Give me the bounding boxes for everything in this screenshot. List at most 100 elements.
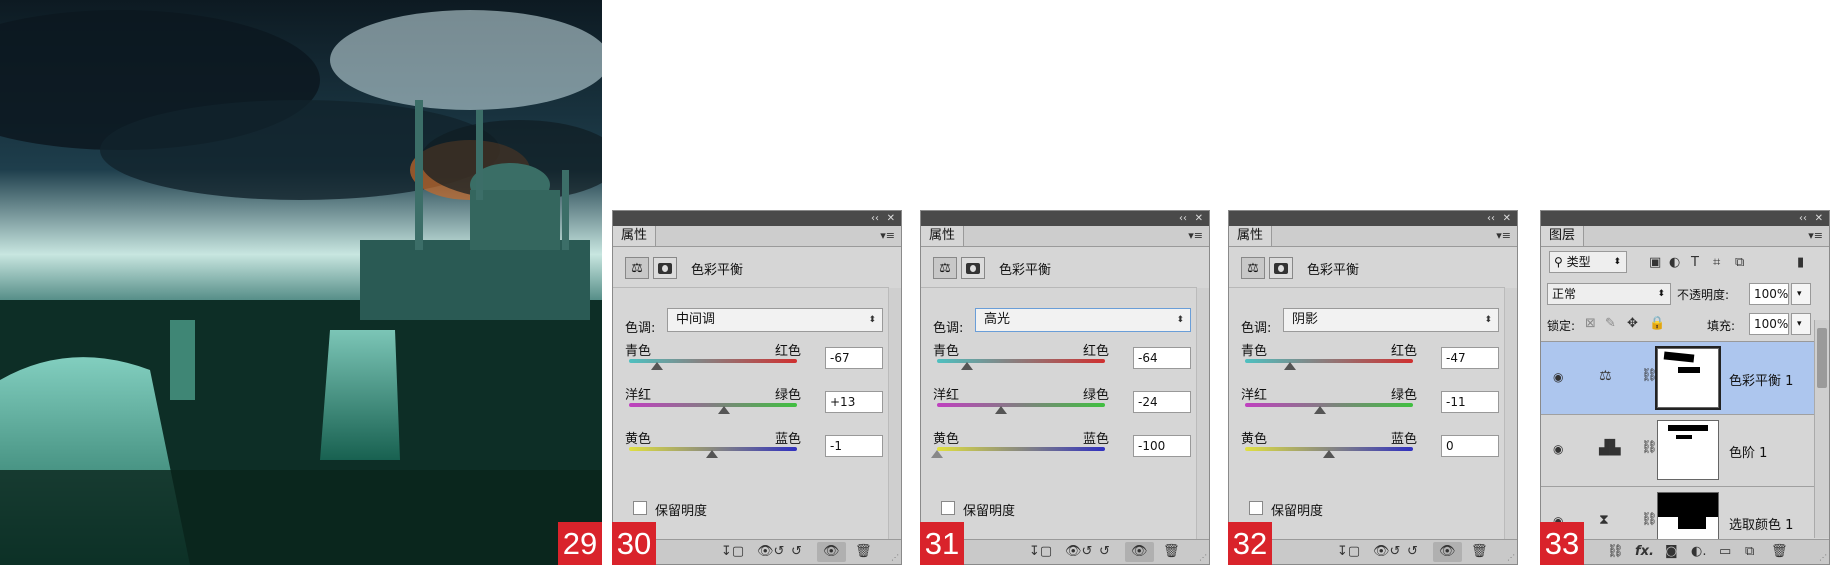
delete-adjustment-icon[interactable]: 🗑 [855, 542, 872, 562]
blend-mode-select[interactable]: 正常 ⬍ [1547, 283, 1671, 305]
view-previous-state-icon[interactable]: 👁↺ [757, 542, 784, 562]
slider-thumb[interactable] [994, 406, 1007, 414]
layer-row[interactable]: ◉ ⚖ ⛓ 色彩平衡 1 [1541, 342, 1817, 415]
layer-filter-select[interactable]: ⚲ 类型 ⬍ [1549, 251, 1627, 273]
panel-title-bar[interactable]: ‹‹ ✕ [613, 211, 901, 226]
toggle-visibility-icon[interactable]: 👁 [1433, 542, 1462, 562]
scrollbar-thumb[interactable] [1817, 328, 1827, 388]
slider-value-field[interactable]: -1 [825, 435, 883, 457]
delete-layer-icon[interactable]: 🗑 [1771, 542, 1788, 562]
close-icon[interactable]: ✕ [1195, 211, 1203, 226]
eye-icon[interactable]: ◉ [1553, 370, 1563, 384]
fx-icon[interactable]: fx. [1635, 542, 1654, 562]
chain-link-icon[interactable]: ⛓ [1641, 440, 1658, 455]
slider-value-field[interactable]: -67 [825, 347, 883, 369]
layer-mask-thumbnail[interactable] [1657, 420, 1719, 480]
resize-grip-icon[interactable]: ⋰ [1819, 553, 1827, 562]
balance-icon[interactable]: ⚖ [933, 257, 957, 279]
opacity-dropdown-button[interactable]: ▾ [1791, 283, 1811, 305]
color-slider-track[interactable] [1245, 359, 1413, 363]
mask-button[interactable] [653, 257, 677, 279]
filter-type-icon[interactable]: T [1691, 255, 1699, 270]
panel-title-bar[interactable]: ‹‹ ✕ [1229, 211, 1517, 226]
color-slider-track[interactable] [629, 403, 797, 407]
filter-shape-icon[interactable]: ⌗ [1713, 255, 1720, 270]
add-mask-icon[interactable]: ◙ [1665, 542, 1678, 562]
slider-thumb[interactable] [706, 450, 719, 458]
color-slider-track[interactable] [937, 447, 1105, 451]
new-layer-icon[interactable]: ⧉ [1745, 542, 1754, 562]
slider-thumb[interactable] [931, 450, 943, 458]
balance-icon[interactable]: ⚖ [625, 257, 649, 279]
fill-field[interactable]: 100% [1749, 313, 1789, 335]
filter-pixel-icon[interactable]: ▣ [1649, 255, 1661, 270]
collapse-icon[interactable]: ‹‹ [1179, 211, 1187, 226]
panel-title-bar[interactable]: ‹‹ ✕ [921, 211, 1209, 226]
filter-smart-object-icon[interactable]: ⧉ [1735, 255, 1744, 270]
close-icon[interactable]: ✕ [1503, 211, 1511, 226]
chain-link-icon[interactable]: ⛓ [1641, 368, 1658, 383]
close-icon[interactable]: ✕ [1815, 211, 1823, 226]
fill-dropdown-button[interactable]: ▾ [1791, 313, 1811, 335]
lock-brush-icon[interactable]: ✎ [1605, 316, 1616, 331]
panel-menu-icon[interactable]: ▾≡ [1496, 229, 1511, 242]
selective-color-icon[interactable]: ⧗ [1599, 512, 1609, 528]
lock-transparent-icon[interactable]: ⊠ [1585, 316, 1596, 331]
eye-icon[interactable]: ◉ [1553, 442, 1563, 456]
color-slider-track[interactable] [1245, 403, 1413, 407]
layer-name[interactable]: 色彩平衡 1 [1729, 370, 1793, 389]
layer-row[interactable]: ◉ ▟▙ ⛓ 色阶 1 [1541, 414, 1817, 487]
delete-adjustment-icon[interactable]: 🗑 [1163, 542, 1180, 562]
mask-button[interactable] [961, 257, 985, 279]
lock-all-icon[interactable]: 🔒 [1649, 316, 1665, 331]
tab-properties[interactable]: 属性 [613, 226, 657, 246]
properties-scrollbar[interactable] [1504, 288, 1517, 541]
preserve-luminosity-checkbox[interactable] [633, 501, 647, 515]
toggle-visibility-icon[interactable]: 👁 [1125, 542, 1154, 562]
collapse-icon[interactable]: ‹‹ [871, 211, 879, 226]
opacity-field[interactable]: 100% [1749, 283, 1789, 305]
filter-toggle-icon[interactable]: ▮ [1797, 255, 1804, 270]
clip-to-layer-icon[interactable]: ↧▢ [1029, 542, 1052, 562]
balance-icon[interactable]: ⚖ [1241, 257, 1265, 279]
lock-move-icon[interactable]: ✥ [1627, 316, 1638, 331]
balance-icon[interactable]: ⚖ [1599, 368, 1612, 384]
panel-menu-icon[interactable]: ▾≡ [880, 229, 895, 242]
layer-name[interactable]: 色阶 1 [1729, 442, 1767, 461]
slider-value-field[interactable]: +13 [825, 391, 883, 413]
view-previous-state-icon[interactable]: 👁↺ [1373, 542, 1400, 562]
view-previous-state-icon[interactable]: 👁↺ [1065, 542, 1092, 562]
new-adjustment-icon[interactable]: ◐. [1691, 542, 1706, 562]
slider-value-field[interactable]: 0 [1441, 435, 1499, 457]
slider-thumb[interactable] [1313, 406, 1326, 414]
layer-scrollbar[interactable] [1814, 320, 1829, 538]
color-slider-track[interactable] [937, 403, 1105, 407]
slider-value-field[interactable]: -47 [1441, 347, 1499, 369]
slider-thumb[interactable] [1323, 450, 1335, 458]
collapse-icon[interactable]: ‹‹ [1487, 211, 1495, 226]
tone-select[interactable]: 中间调 ⬍ [667, 308, 883, 332]
layer-name[interactable]: 选取颜色 1 [1729, 514, 1793, 533]
new-group-icon[interactable]: ▭ [1719, 542, 1731, 562]
slider-value-field[interactable]: -11 [1441, 391, 1499, 413]
panel-menu-icon[interactable]: ▾≡ [1188, 229, 1203, 242]
tone-select[interactable]: 高光 ⬍ [975, 308, 1191, 332]
mask-button[interactable] [1269, 257, 1293, 279]
slider-value-field[interactable]: -64 [1133, 347, 1191, 369]
filter-adjustment-icon[interactable]: ◐ [1669, 255, 1680, 270]
resize-grip-icon[interactable]: ⋰ [891, 553, 899, 562]
collapse-icon[interactable]: ‹‹ [1799, 211, 1807, 226]
layer-mask-thumbnail[interactable] [1655, 346, 1721, 410]
reset-icon[interactable]: ↺ [791, 542, 802, 562]
slider-value-field[interactable]: -24 [1133, 391, 1191, 413]
levels-icon[interactable]: ▟▙ [1599, 440, 1621, 456]
panel-title-bar[interactable]: ‹‹ ✕ [1541, 211, 1829, 226]
tab-layers[interactable]: 图层 [1541, 226, 1585, 246]
preserve-luminosity-checkbox[interactable] [1249, 501, 1263, 515]
slider-thumb[interactable] [961, 362, 974, 370]
tab-properties[interactable]: 属性 [921, 226, 965, 246]
close-icon[interactable]: ✕ [887, 211, 895, 226]
slider-thumb[interactable] [717, 406, 730, 414]
preserve-luminosity-checkbox[interactable] [941, 501, 955, 515]
properties-scrollbar[interactable] [1196, 288, 1209, 541]
